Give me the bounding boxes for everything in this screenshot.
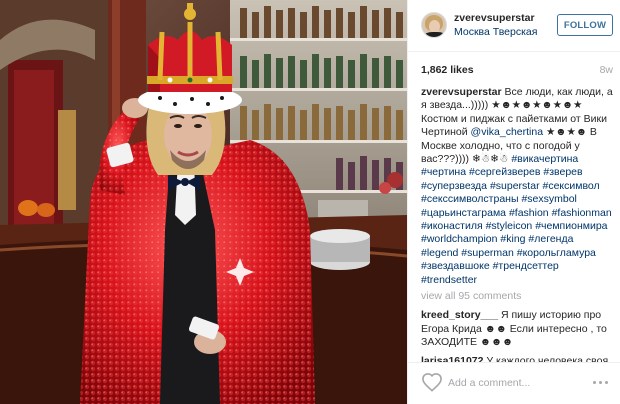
more-dot	[605, 381, 608, 384]
likes-row: 1,862 likes 8w	[421, 64, 613, 78]
hashtag-link[interactable]: #корольгламура	[517, 247, 596, 259]
comment-item: kreed_story___ Я пишу историю про Егора …	[421, 309, 613, 349]
caption: zverevsuperstar Все люди, как люди, а я …	[421, 86, 613, 287]
hashtag-link[interactable]: #styleicon	[486, 220, 533, 232]
post-details-panel: zverevsuperstar Москва Тверская FOLLOW 1…	[407, 0, 620, 404]
hashtag-link[interactable]: #сергейзверев	[469, 166, 540, 178]
view-all-comments-link[interactable]: view all 95 comments	[421, 289, 613, 303]
comment-item: larisa161072 У каждого человека своя жиз…	[421, 355, 613, 362]
hashtag-link[interactable]: #царьинстаграма	[421, 207, 506, 219]
comment-author[interactable]: larisa161072	[421, 355, 483, 362]
hashtag-link[interactable]: #fashion	[509, 207, 549, 219]
hashtag-list: #викачертина #чертина #сергейзверев #зве…	[421, 153, 612, 286]
avatar-body	[424, 32, 446, 37]
hashtag-link[interactable]: #иконастиля	[421, 220, 483, 232]
follow-button[interactable]: FOLLOW	[557, 14, 613, 36]
caption-author[interactable]: zverevsuperstar	[421, 86, 502, 98]
hashtag-link[interactable]: #superman	[461, 247, 514, 259]
location-link[interactable]: Москва Тверская	[454, 26, 537, 38]
more-dot	[599, 381, 602, 384]
post-photo[interactable]	[0, 0, 407, 404]
hashtag-link[interactable]: #суперзвезда	[421, 180, 487, 192]
add-comment-input[interactable]	[448, 374, 580, 392]
hashtag-link[interactable]: #fashionman	[552, 207, 612, 219]
likes-count[interactable]: 1,862 likes	[421, 64, 474, 76]
post-time[interactable]: 8w	[600, 64, 613, 76]
caption-mention[interactable]: @vika_chertina	[471, 126, 544, 138]
comment-list: kreed_story___ Я пишу историю про Егора …	[421, 309, 613, 362]
hashtag-link[interactable]: #секссимволстраны	[421, 193, 519, 205]
comments-scroll-area[interactable]: zverevsuperstar Все люди, как люди, а я …	[421, 86, 613, 362]
hashtag-link[interactable]: #чертина	[421, 166, 466, 178]
post-footer	[408, 362, 620, 404]
hashtag-link[interactable]: #викачертина	[511, 153, 578, 165]
more-dot	[593, 381, 596, 384]
post-header: zverevsuperstar Москва Тверская FOLLOW	[408, 0, 620, 52]
hashtag-link[interactable]: #легенда	[528, 233, 573, 245]
hashtag-link[interactable]: #зверев	[543, 166, 582, 178]
hashtag-link[interactable]: #legend	[421, 247, 458, 259]
heart-icon[interactable]	[421, 372, 443, 392]
hashtag-link[interactable]: #трендсеттер	[493, 260, 559, 272]
hashtag-link[interactable]: #сексимвол	[542, 180, 599, 192]
post-photo-image	[0, 0, 407, 404]
hashtag-link[interactable]: #sexsymbol	[521, 193, 576, 205]
hashtag-link[interactable]: #чемпионмира	[535, 220, 607, 232]
hashtag-link[interactable]: #king	[500, 233, 525, 245]
username-link[interactable]: zverevsuperstar	[454, 12, 535, 24]
comment-author[interactable]: kreed_story___	[421, 309, 498, 321]
hashtag-link[interactable]: #trendsetter	[421, 274, 477, 286]
hashtag-link[interactable]: #звездавшоке	[421, 260, 490, 272]
more-options-icon[interactable]	[591, 375, 611, 389]
avatar[interactable]	[421, 12, 447, 38]
hashtag-link[interactable]: #worldchampion	[421, 233, 497, 245]
hashtag-link[interactable]: #superstar	[490, 180, 540, 192]
